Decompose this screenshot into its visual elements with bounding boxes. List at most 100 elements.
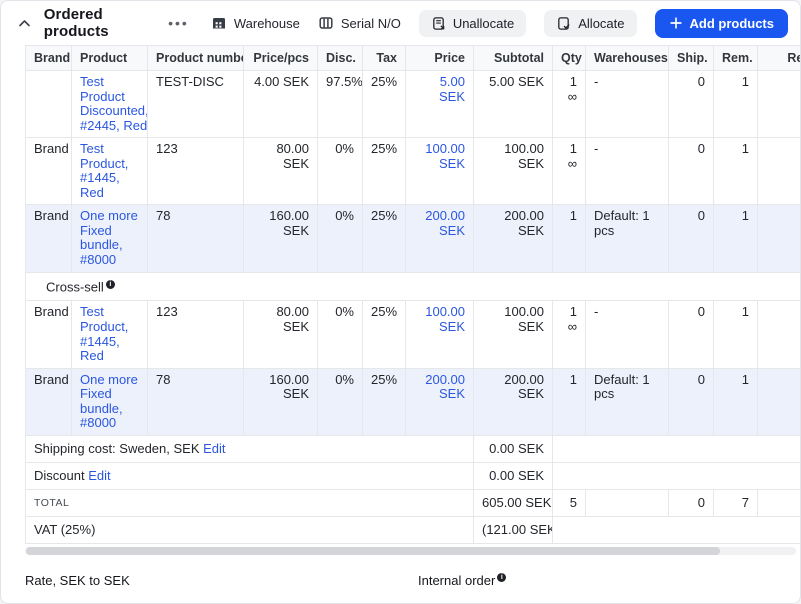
page-title: Ordered products [44, 6, 164, 40]
rem-cell: 1 [714, 205, 758, 272]
col-tax: Tax [363, 46, 406, 71]
more-menu-button[interactable]: ••• [164, 15, 193, 31]
add-products-button[interactable]: Add products [655, 9, 789, 38]
subtotal-cell: 100.00 SEK [474, 301, 553, 368]
price-pcs-cell: 80.00 SEK [244, 138, 318, 205]
col-ret: Ret. [758, 46, 801, 71]
allocate-button[interactable]: Allocate [544, 10, 636, 37]
product-number-cell: TEST-DISC [148, 71, 244, 138]
warehouses-cell: - [586, 138, 669, 205]
vat-amount: (121.00 SEK) [474, 516, 553, 543]
brand-cell: Brand [26, 368, 72, 435]
product-link[interactable]: Test Product Discounted, #2445, Red [80, 75, 148, 133]
warehouse-button[interactable]: Warehouse [211, 15, 300, 31]
col-product-number: Product number [148, 46, 244, 71]
empty-cell [586, 489, 669, 516]
qty-cell: 1 ∞ [553, 138, 586, 205]
serial-no-button[interactable]: Serial N/O [318, 15, 401, 31]
price-link[interactable]: 200.00 SEK [425, 208, 465, 238]
product-number-cell: 78 [148, 205, 244, 272]
shipping-amount: 0.00 SEK [474, 435, 553, 462]
rate-label: Rate, SEK to SEK [25, 573, 418, 588]
chevron-up-icon [17, 16, 32, 31]
ship-cell: 0 [669, 138, 714, 205]
shipping-cost-label: Shipping cost: Sweden, SEK [34, 441, 200, 456]
serial-no-label: Serial N/O [341, 16, 401, 31]
col-price-pcs: Price/pcs [244, 46, 318, 71]
products-table-wrap: Brand Product Product number Price/pcs D… [25, 45, 801, 544]
panel-header: Ordered products ••• Warehouse Serial N/… [1, 1, 800, 45]
warehouse-icon [211, 15, 227, 31]
col-subtotal: Subtotal [474, 46, 553, 71]
tax-cell: 25% [363, 71, 406, 138]
qty-cell: 1 [553, 368, 586, 435]
serial-columns-icon [318, 15, 334, 31]
total-amount: 605.00 SEK [474, 489, 553, 516]
unallocate-label: Unallocate [453, 16, 514, 31]
product-row: Test Product Discounted, #2445, Red TEST… [26, 71, 801, 138]
internal-order-block: Internal orderi No Change internal [418, 573, 776, 604]
col-disc: Disc. [318, 46, 363, 71]
ship-cell: 0 [669, 71, 714, 138]
internal-order-label: Internal order [418, 573, 495, 588]
toolbar-actions: ••• Warehouse Serial N/O Unallocate [164, 9, 788, 38]
disc-cell: 0% [318, 301, 363, 368]
price-link[interactable]: 100.00 SEK [425, 304, 465, 334]
price-pcs-cell: 160.00 SEK [244, 205, 318, 272]
ret-cell: 0 [758, 71, 801, 138]
ret-cell: 0 [758, 301, 801, 368]
ship-cell: 0 [669, 301, 714, 368]
brand-cell [26, 71, 72, 138]
warehouses-cell: - [586, 301, 669, 368]
info-icon[interactable]: i [106, 280, 115, 289]
tax-cell: 25% [363, 301, 406, 368]
cross-sell-section-row: Cross-selli [26, 272, 801, 301]
discount-edit-link[interactable]: Edit [88, 468, 110, 483]
product-link[interactable]: Test Product, #1445, Red [80, 142, 139, 200]
product-number-cell: 123 [148, 301, 244, 368]
price-link[interactable]: 200.00 SEK [425, 372, 465, 402]
qty-cell: 1 ∞ [553, 301, 586, 368]
cross-sell-label: Cross-sell [46, 279, 104, 294]
col-ship: Ship. [669, 46, 714, 71]
tax-cell: 25% [363, 205, 406, 272]
allocate-icon [556, 16, 571, 31]
qty-cell: 1 [553, 205, 586, 272]
price-link[interactable]: 100.00 SEK [425, 141, 465, 171]
product-link[interactable]: One more Fixed bundle, #8000 [80, 209, 139, 267]
warehouses-cell: Default: 1 pcs [586, 368, 669, 435]
vat-label: VAT (25%) [34, 522, 95, 537]
total-ship: 0 [669, 489, 714, 516]
scrollbar-thumb[interactable] [26, 547, 720, 555]
total-row: TOTAL 605.00 SEK 5 0 7 0 [26, 489, 801, 516]
rem-cell: 1 [714, 368, 758, 435]
unallocate-icon [431, 16, 446, 31]
unallocate-button[interactable]: Unallocate [419, 10, 526, 37]
price-link[interactable]: 5.00 SEK [439, 74, 465, 104]
brand-cell: Brand [26, 301, 72, 368]
order-settings-section: Rate, SEK to SEK 1.00000 Change rate Int… [1, 555, 800, 604]
product-link[interactable]: Test Product, #1445, Red [80, 305, 139, 363]
empty-cell [553, 435, 801, 462]
rate-block: Rate, SEK to SEK 1.00000 Change rate [25, 573, 418, 604]
product-row-highlighted: Brand One more Fixed bundle, #8000 78 16… [26, 205, 801, 272]
info-icon[interactable]: i [497, 573, 506, 582]
plus-icon [669, 16, 683, 30]
ordered-products-panel: Ordered products ••• Warehouse Serial N/… [0, 0, 801, 604]
qty-cell: 1 ∞ [553, 71, 586, 138]
rem-cell: 1 [714, 301, 758, 368]
rem-cell: 1 [714, 138, 758, 205]
total-ret: 0 [758, 489, 801, 516]
shipping-edit-link[interactable]: Edit [203, 441, 225, 456]
product-row: Brand Test Product, #1445, Red 123 80.00… [26, 301, 801, 368]
warehouses-cell: - [586, 71, 669, 138]
product-link[interactable]: One more Fixed bundle, #8000 [80, 373, 139, 431]
products-table: Brand Product Product number Price/pcs D… [25, 45, 801, 544]
total-rem: 7 [714, 489, 758, 516]
collapse-button[interactable] [15, 13, 34, 33]
empty-cell [553, 462, 801, 489]
col-rem: Rem. [714, 46, 758, 71]
price-pcs-cell: 160.00 SEK [244, 368, 318, 435]
discount-label: Discount [34, 468, 85, 483]
disc-cell: 0% [318, 138, 363, 205]
